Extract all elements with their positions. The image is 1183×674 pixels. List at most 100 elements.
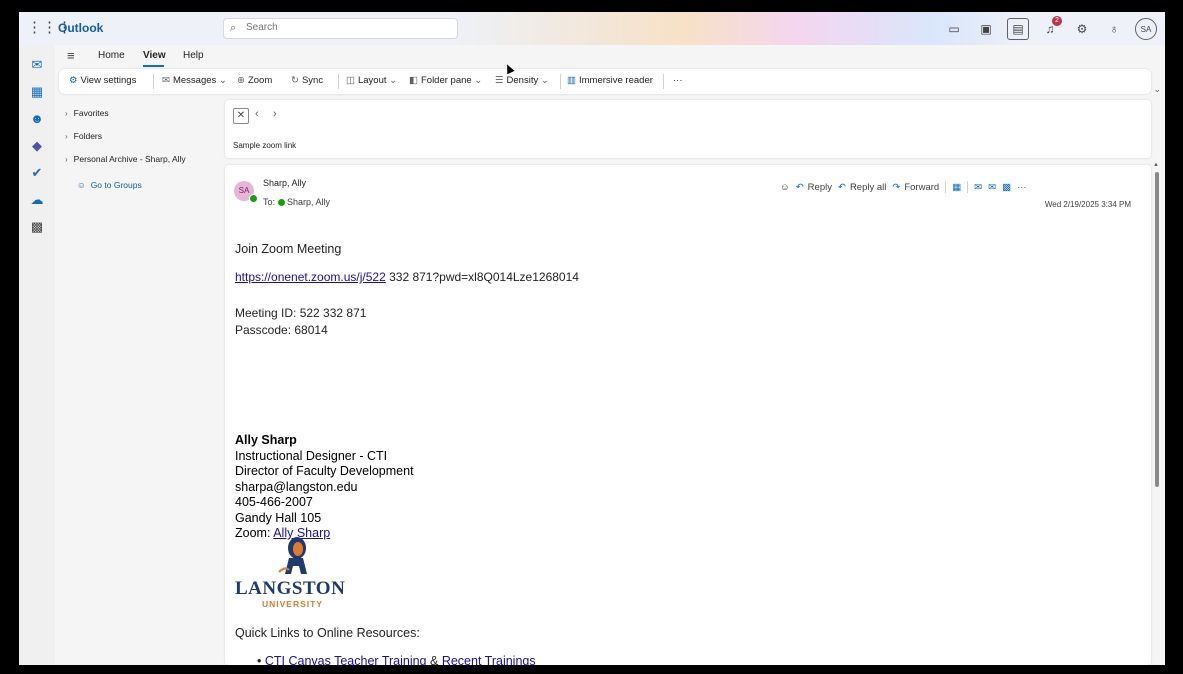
scroll-up-icon[interactable]: ▲ [1153,162,1159,168]
reply-all-button[interactable]: ↶ Reply all [838,182,886,193]
ribbon-toolbar: ⚙ View settings ✉ Messages ⌄ ⊕ Zoom ↻ Sync ◫… [59,69,1151,94]
top-icons: ▭ ▣ ▤ ♫ 2 ⚙ ♁ SA [943,16,1157,41]
reply-icon: ↶ [795,181,804,193]
layout-icon: ◫ [346,75,355,86]
reply-all-icon: ↶ [837,181,846,193]
tab-help[interactable]: Help [183,50,204,61]
meet-now-icon[interactable]: ▭ [943,18,965,40]
more-apps-icon[interactable]: ▩ [27,217,47,237]
forward-icon: ↷ [892,181,901,193]
envelope-icon: ✉ [162,75,170,86]
action-divider [967,181,969,193]
app-rail: ✉ ▦ ☻ ◆ ✔ ☁ ▩ [19,45,55,665]
active-tab-indicator [143,65,164,67]
hamburger-menu-icon[interactable]: ≡ [67,48,75,63]
join-heading: Join Zoom Meeting [235,242,342,256]
message-actions: ☺ ↶ Reply ↶ Reply all ↷ Forward ▦ ✉ ✉ ▩ ··· [780,179,1027,195]
presence-icon [278,199,286,207]
recipient-line: To: Sharp, Ally [263,197,330,207]
chevron-right-icon: › [65,155,68,164]
ribbon-divider [560,74,561,89]
density-icon: ☰ [495,75,504,86]
zoom-button[interactable]: ⊕ Zoom [237,75,272,86]
view-settings-button[interactable]: ⚙ View settings [69,75,136,86]
lightbulb-icon[interactable]: ♁ [1103,18,1125,40]
meeting-id: Meeting ID: 522 332 871 [235,306,367,320]
signature-title: Director of Faculty Development [235,464,414,478]
close-icon[interactable]: ✕ [233,108,249,124]
app-title[interactable]: Outlook [58,21,103,35]
recent-trainings-link[interactable]: Recent Trainings [442,654,536,665]
search-icon: ⌕ [230,22,237,34]
groups-icon: ☺ [77,180,86,190]
presence-indicator [249,194,258,203]
calendar-action-icon[interactable]: ▦ [952,182,961,193]
action-divider [945,181,947,193]
sync-icon: ↻ [291,75,299,86]
signature-title: Instructional Designer - CTI [235,448,388,463]
search-input[interactable] [244,21,448,34]
chevron-right-icon[interactable]: › [273,108,277,120]
density-button[interactable]: ☰ Density ⌄ [495,75,552,86]
mark-read-icon[interactable]: ✉ [974,182,982,193]
recipient-name[interactable]: Sharp, Ally [287,197,330,207]
emoji-reaction-button[interactable]: ☺ [780,182,790,193]
thread-header: ✕ ‹ › Sample zoom link [225,100,1151,158]
folder-folders[interactable]: › Folders [65,131,102,141]
tab-view[interactable]: View [143,50,166,61]
my-day-icon[interactable]: ▤ [1007,18,1029,40]
university-logo: LANGSTON UNIVERSITY [235,536,365,616]
reply-button[interactable]: ↶ Reply [796,182,832,193]
people-icon[interactable]: ☻ [27,109,47,129]
cti-canvas-link[interactable]: CTI Canvas Teacher Training [265,654,427,665]
logo-subtitle: UNIVERSITY [262,599,324,609]
outlook-app-icon[interactable]: ▣ [975,18,997,40]
ribbon-tabs: ≡ Home View Help [55,45,1165,69]
todo-icon[interactable]: ✔ [27,163,47,183]
immersive-reader-button[interactable]: ▥ Immersive reader [567,75,653,86]
account-avatar[interactable]: SA [1135,18,1157,40]
sync-button[interactable]: ↻ Sync [291,75,323,86]
teams-icon[interactable]: ◆ [27,136,47,156]
to-label: To: [263,197,276,207]
notification-badge: 2 [1052,16,1062,26]
emoji-icon: ☺ [780,181,790,193]
folder-favorites[interactable]: › Favorites [65,108,109,118]
bell-icon[interactable]: ♫ 2 [1039,16,1062,40]
forward-button[interactable]: ↷ Forward [892,182,939,193]
go-to-groups-link[interactable]: ☺ Go to Groups [77,180,142,190]
chevron-down-icon: ⌄ [540,75,549,86]
ribbon-collapse-icon[interactable]: ⌄ [1153,84,1161,95]
more-actions-button[interactable]: ··· [1017,182,1027,193]
settings-icon: ⚙ [69,75,78,86]
zoom-icon: ⊕ [237,75,245,86]
tab-home[interactable]: Home [98,50,125,61]
envelope-icon[interactable]: ✉ [988,182,996,193]
immersive-reader-icon: ▥ [567,75,576,86]
sender-name[interactable]: Sharp, Ally [263,178,306,188]
outlook-window: ⋮⋮⋮ Outlook ⌕ ▭ ▣ ▤ ♫2 ⚙ ♁ SA ✉ ▦ ☻ ◆ ✔ … [19,12,1165,665]
signature-email: sharpa@langston.edu [235,479,358,494]
calendar-icon[interactable]: ▦ [27,82,47,102]
gear-icon[interactable]: ⚙ [1071,18,1093,40]
message-date: Wed 2/19/2025 3:34 PM [1044,200,1131,209]
meeting-link[interactable]: https://onenet.zoom.us/j/522 [235,270,386,284]
onedrive-icon[interactable]: ☁ [27,190,47,210]
mail-icon[interactable]: ✉ [27,55,47,75]
signature-name: Ally Sharp [235,433,297,447]
meeting-link-line: https://onenet.zoom.us/j/522 332 871?pwd… [235,270,579,284]
logo-name: LANGSTON [235,578,346,599]
search-box[interactable]: ⌕ [223,18,458,39]
folder-personal-archive[interactable]: › Personal Archive - Sharp, Ally [65,154,186,164]
folder-pane-button[interactable]: ◧ Folder pane ⌄ [409,75,485,86]
layout-button[interactable]: ◫ Layout ⌄ [346,75,400,86]
app-launcher-icon[interactable]: ⋮⋮⋮ [27,19,72,37]
chevron-left-icon[interactable]: ‹ [255,108,259,120]
scrollbar-thumb[interactable] [1155,172,1159,487]
more-options-button[interactable]: ··· [673,75,683,86]
apps-icon[interactable]: ▩ [1002,182,1011,193]
chevron-down-icon: ⌄ [389,75,398,86]
quick-link-item: • CTI Canvas Teacher Training & Recent T… [257,654,536,665]
messages-button[interactable]: ✉ Messages ⌄ [162,75,230,86]
signature-office: Gandy Hall 105 [235,510,322,525]
